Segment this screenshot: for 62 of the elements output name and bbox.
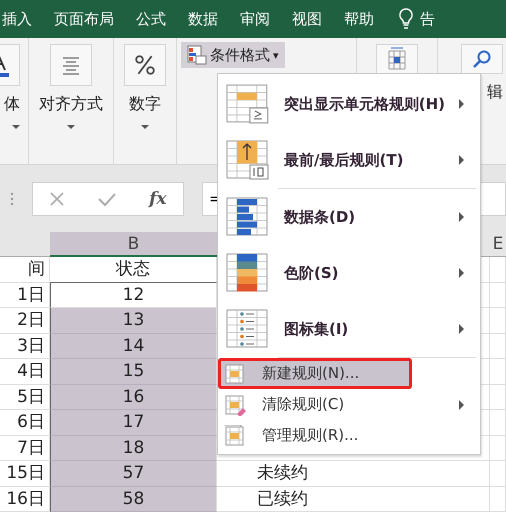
group-label: 数字 (129, 94, 161, 115)
menu-item[interactable]: 数据条(D) (218, 189, 480, 245)
group-label: 体 (4, 94, 20, 115)
tell-me-text[interactable]: 告 (420, 10, 435, 28)
ribbon-tab[interactable]: 公式 (136, 10, 166, 28)
ribbon-tab[interactable]: 帮助 (344, 10, 374, 28)
table-cell: 17 (50, 410, 217, 436)
table-cell: 未续约 (217, 461, 490, 486)
top-bottom-icon (226, 140, 270, 180)
eraser-table-icon (224, 394, 246, 416)
caret-icon[interactable] (141, 125, 149, 129)
icon-set-icon (226, 309, 270, 349)
align-lines-icon (61, 55, 81, 75)
grip-icon[interactable] (10, 192, 14, 206)
table-cell: 已续约 (217, 486, 490, 512)
find-button[interactable] (461, 44, 503, 74)
ribbon-tab[interactable]: 插入 (2, 10, 32, 28)
column-header[interactable]: B (50, 232, 217, 257)
cell-grid-icon (387, 47, 407, 71)
ribbon-tab[interactable]: 数据 (188, 10, 218, 28)
table-cell: 13 (50, 308, 217, 334)
check-icon[interactable] (98, 190, 116, 206)
table-rule-icon (224, 362, 246, 384)
table-cell: 16 (50, 384, 217, 410)
caret-icon[interactable] (12, 125, 20, 129)
cells-button[interactable] (376, 44, 418, 74)
table-cell: 12 (50, 282, 217, 308)
ribbon-tab[interactable]: 页面布局 (54, 10, 114, 28)
table-cell (490, 436, 506, 461)
conditional-format-icon (187, 45, 207, 65)
table-cell: 57 (50, 461, 217, 486)
insert-function-button[interactable]: fx (149, 188, 167, 208)
column-header[interactable]: E (490, 232, 506, 257)
menu-item[interactable]: 色阶(S) (218, 245, 480, 301)
group-label: 对齐方式 (39, 94, 103, 115)
table-cell (490, 486, 506, 512)
conditional-format-button[interactable]: 条件格式 ▾ (181, 42, 285, 68)
lightbulb-icon[interactable] (398, 7, 414, 31)
color-scale-icon (226, 253, 270, 293)
menu-item[interactable]: 新建规则(N)... (218, 358, 412, 389)
menu-item[interactable]: 图标集(I) (218, 301, 480, 357)
search-icon (472, 49, 492, 69)
table-cell: 58 (50, 486, 217, 512)
table-rule-icon (224, 424, 246, 446)
data-bars-icon (226, 197, 270, 237)
table-cell: 15 (50, 359, 217, 384)
table-cell: 间 (0, 257, 50, 282)
ribbon-tab[interactable]: 审阅 (240, 10, 270, 28)
table-cell: 18 (50, 436, 217, 461)
menu-item[interactable]: 突出显示单元格规则(H) (218, 76, 480, 132)
percent-icon (134, 54, 156, 76)
group-label: 辑 (487, 82, 503, 103)
highlight-rules-icon (226, 84, 270, 124)
ribbon-tab[interactable]: 视图 (292, 10, 322, 28)
caret-icon[interactable] (67, 125, 75, 129)
menu-item[interactable]: 管理规则(R)... (218, 420, 480, 451)
menu-item[interactable]: 清除规则(C) (218, 389, 480, 420)
table-cell: 14 (50, 334, 217, 359)
table-cell (490, 461, 506, 486)
number-button[interactable] (124, 44, 166, 86)
alignment-button[interactable] (50, 44, 92, 86)
menu-item[interactable]: 最前/最后规则(T) (218, 132, 480, 188)
